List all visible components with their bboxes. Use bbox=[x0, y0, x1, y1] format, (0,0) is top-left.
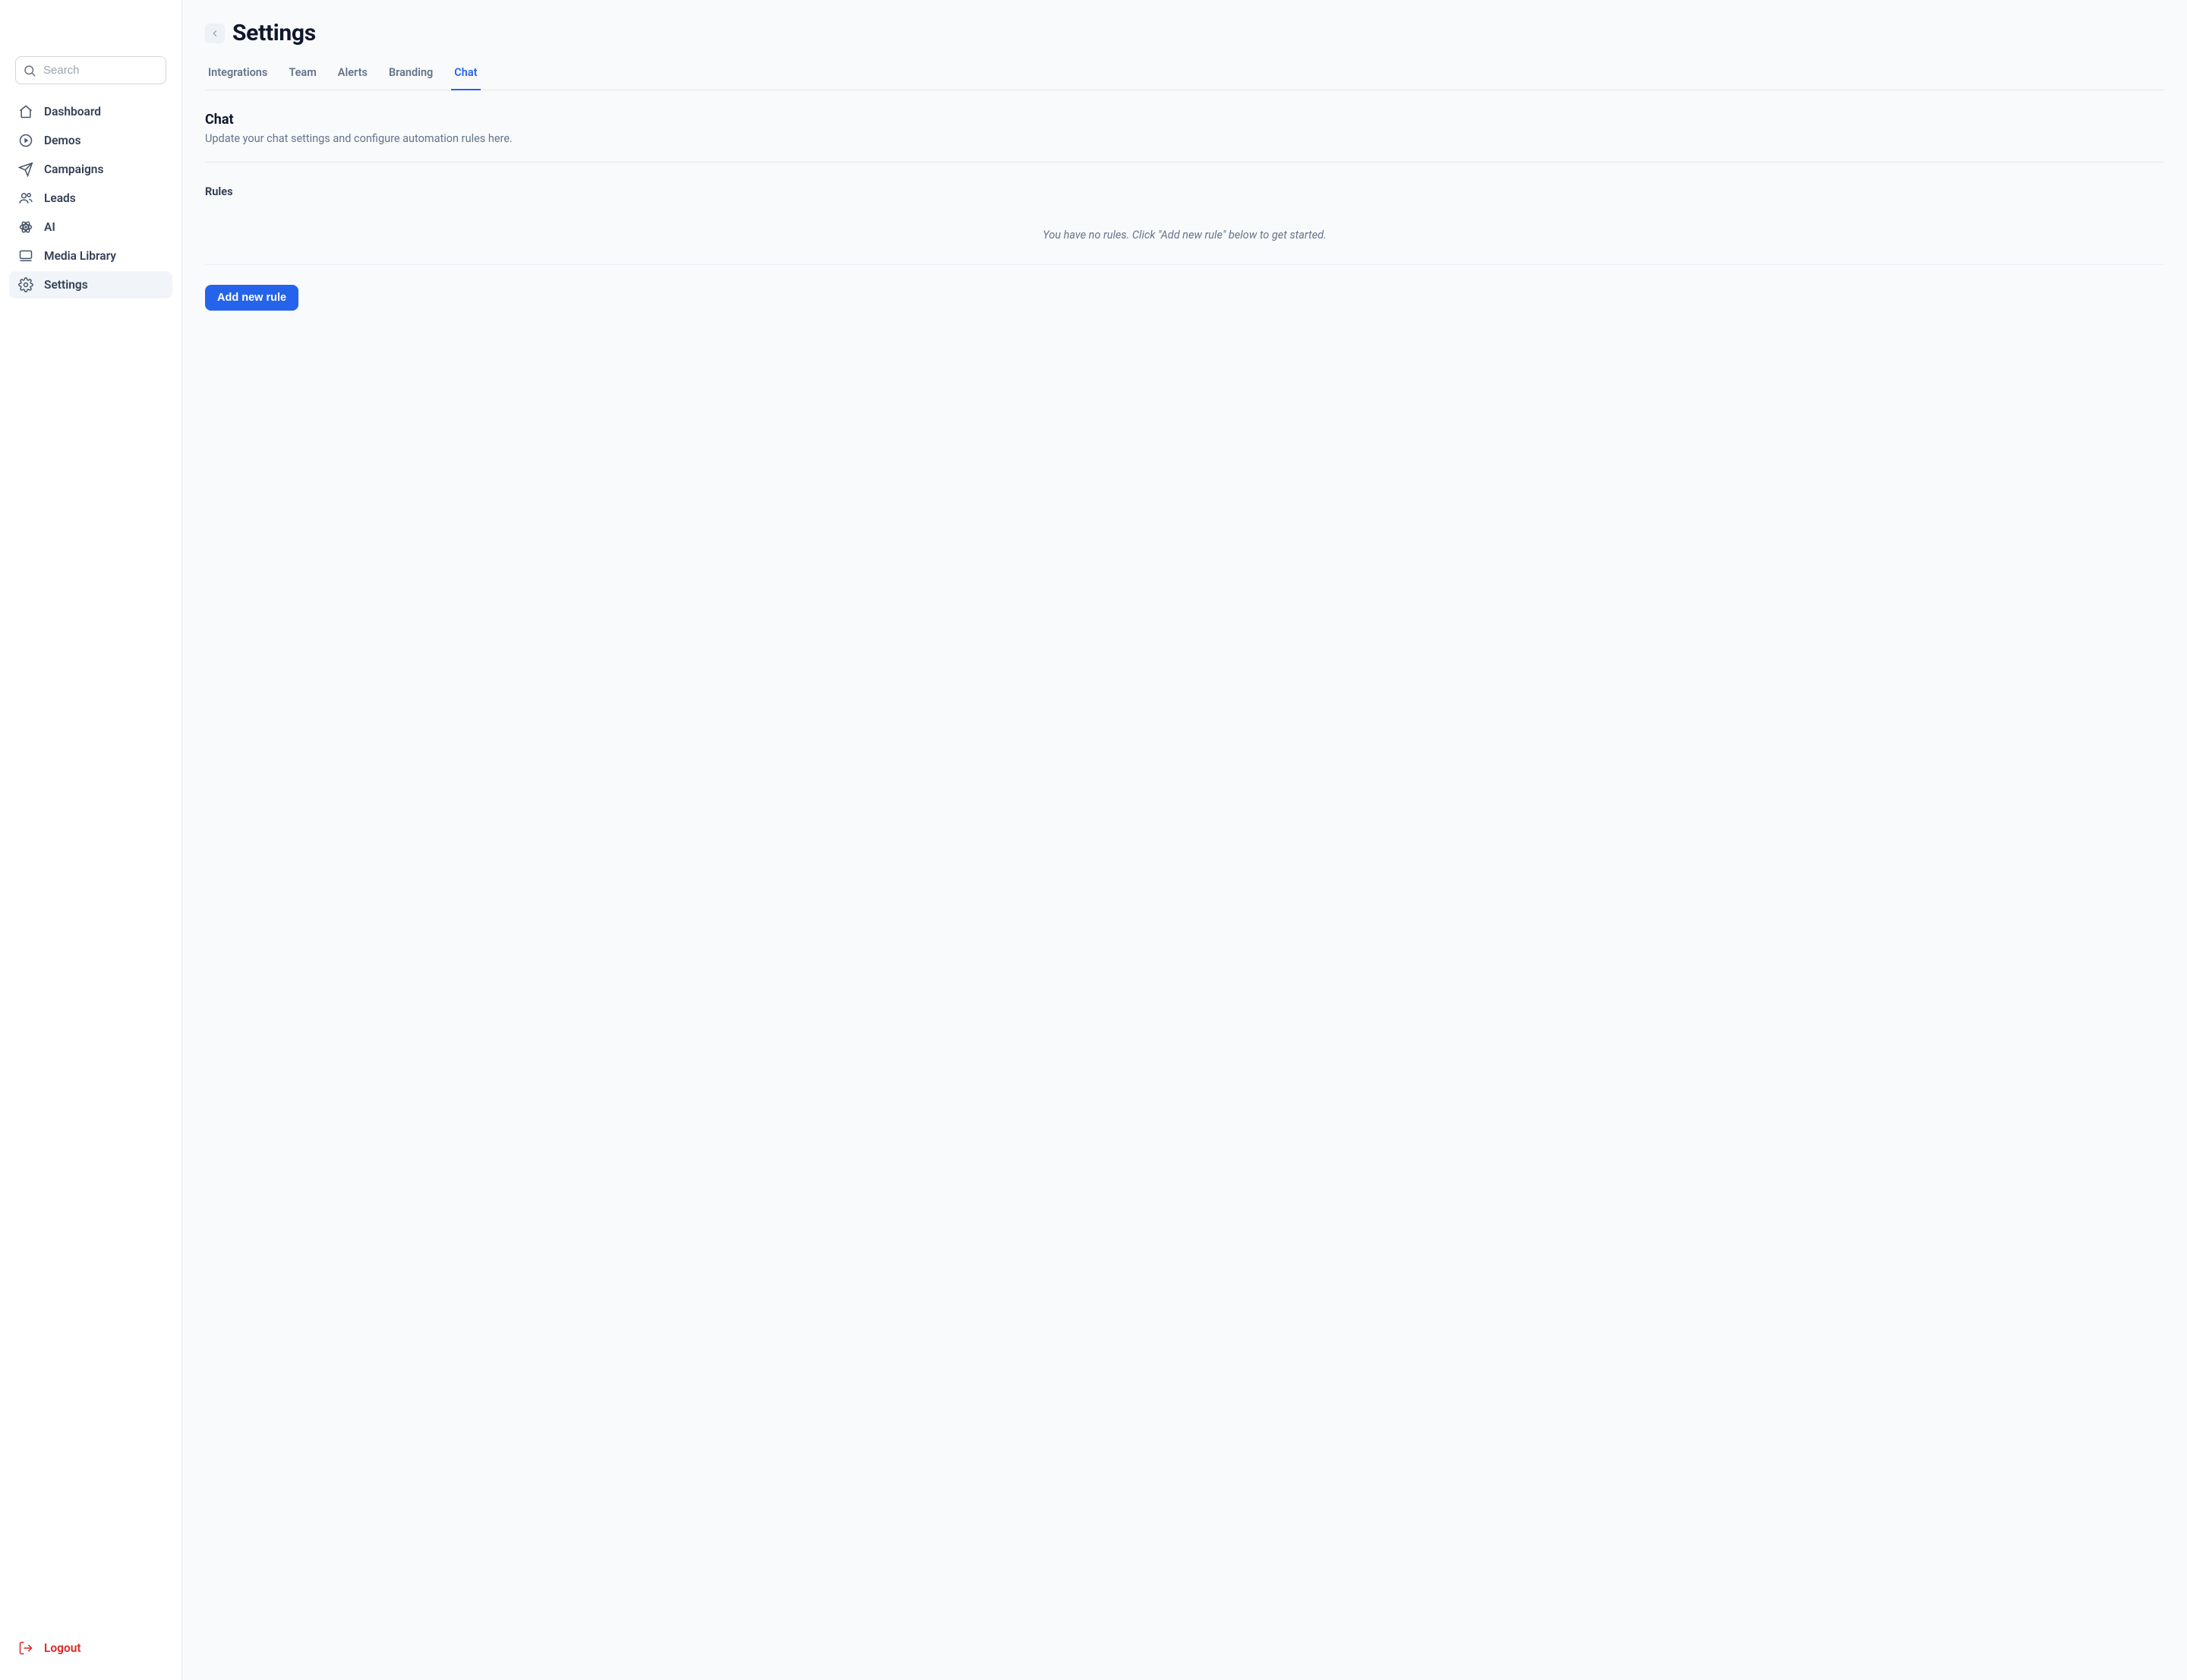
page-title: Settings bbox=[232, 20, 316, 46]
sidebar-logo-placeholder bbox=[9, 12, 172, 56]
chat-section: Chat Update your chat settings and confi… bbox=[205, 90, 2164, 311]
sidebar-item-label: Campaigns bbox=[44, 163, 103, 176]
section-subtitle: Update your chat settings and configure … bbox=[205, 132, 2164, 145]
sidebar-item-ai[interactable]: AI bbox=[9, 213, 172, 241]
settings-tabs: Integrations Team Alerts Branding Chat bbox=[205, 63, 2164, 90]
sidebar-item-campaigns[interactable]: Campaigns bbox=[9, 156, 172, 183]
tab-alerts[interactable]: Alerts bbox=[335, 63, 371, 90]
send-icon bbox=[18, 162, 33, 177]
sidebar-item-label: AI bbox=[44, 220, 55, 234]
add-new-rule-button[interactable]: Add new rule bbox=[205, 285, 298, 311]
sidebar-item-settings[interactable]: Settings bbox=[9, 271, 172, 298]
divider bbox=[205, 264, 2164, 265]
tab-integrations[interactable]: Integrations bbox=[205, 63, 270, 90]
sidebar-item-media-library[interactable]: Media Library bbox=[9, 242, 172, 270]
section-title: Chat bbox=[205, 112, 2164, 128]
search-input[interactable] bbox=[15, 56, 166, 84]
tab-branding[interactable]: Branding bbox=[386, 63, 436, 90]
search-icon bbox=[23, 64, 36, 77]
sidebar-item-dashboard[interactable]: Dashboard bbox=[9, 98, 172, 125]
users-icon bbox=[18, 191, 33, 206]
gear-icon bbox=[18, 277, 33, 292]
tab-chat[interactable]: Chat bbox=[451, 63, 480, 90]
rules-empty-state: You have no rules. Click "Add new rule" … bbox=[205, 229, 2164, 242]
tab-team[interactable]: Team bbox=[286, 63, 319, 90]
monitor-icon bbox=[18, 248, 33, 264]
home-icon bbox=[18, 104, 33, 119]
sidebar-item-leads[interactable]: Leads bbox=[9, 185, 172, 212]
sidebar-item-label: Leads bbox=[44, 191, 76, 205]
logout-button[interactable]: Logout bbox=[9, 1634, 172, 1662]
page-header: Settings bbox=[205, 20, 2164, 46]
sidebar: Dashboard Demos Campaigns Leads AI bbox=[0, 0, 182, 1680]
sidebar-item-label: Settings bbox=[44, 278, 88, 292]
atom-icon bbox=[18, 219, 33, 235]
sidebar-nav: Dashboard Demos Campaigns Leads AI bbox=[9, 98, 172, 298]
sidebar-item-label: Demos bbox=[44, 134, 81, 147]
sidebar-item-label: Media Library bbox=[44, 249, 116, 263]
back-button[interactable] bbox=[205, 24, 225, 43]
logout-icon bbox=[18, 1641, 33, 1656]
chevron-left-icon bbox=[210, 28, 220, 39]
main-content: Settings Integrations Team Alerts Brandi… bbox=[182, 0, 2187, 1680]
sidebar-item-demos[interactable]: Demos bbox=[9, 127, 172, 154]
rules-heading: Rules bbox=[205, 185, 2164, 198]
sidebar-item-label: Dashboard bbox=[44, 105, 101, 118]
play-circle-icon bbox=[18, 133, 33, 148]
divider bbox=[205, 162, 2164, 163]
search-field bbox=[15, 56, 166, 84]
logout-label: Logout bbox=[44, 1641, 81, 1655]
